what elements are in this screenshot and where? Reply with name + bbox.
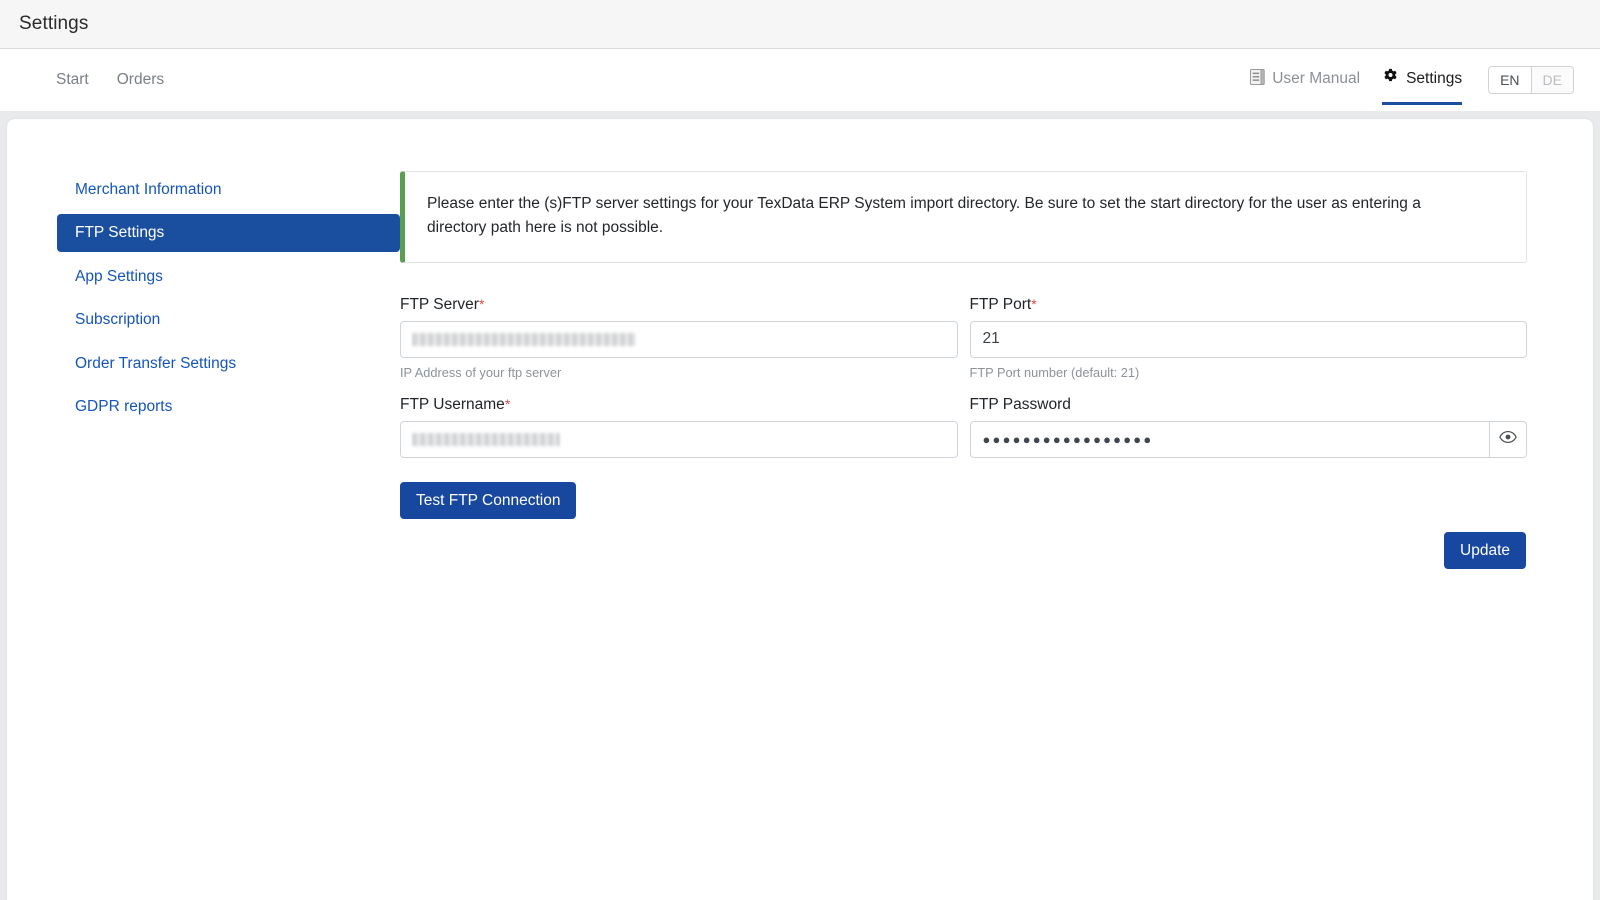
form-row-server-port: FTP Server* IP Address of your ftp serve… [400,296,1527,380]
ftp-password-input-group: ●●●●●●●●●●●●●●●●● [970,421,1528,458]
redacted-value [413,333,637,346]
sidebar-item-subscription[interactable]: Subscription [57,301,400,338]
language-toggle: EN DE [1488,66,1574,94]
field-ftp-port: FTP Port* 21 FTP Port number (default: 2… [970,296,1528,380]
field-ftp-server: FTP Server* IP Address of your ftp serve… [400,296,958,380]
sidebar-item-ftp-settings[interactable]: FTP Settings [57,214,400,251]
settings-sidebar: Merchant Information FTP Settings App Se… [57,171,400,569]
ftp-password-label-text: FTP Password [970,396,1071,413]
nav-link-orders[interactable]: Orders [117,72,164,88]
ftp-port-label-text: FTP Port [970,296,1032,313]
top-navigation-bar: Start Orders User Manual Setti [0,49,1600,111]
nav-item-user-manual-label: User Manual [1272,70,1360,88]
ftp-server-label-text: FTP Server [400,296,479,313]
sidebar-item-app-settings[interactable]: App Settings [57,258,400,295]
secondary-nav-links: User Manual Settings EN DE [1250,66,1582,94]
field-ftp-password: FTP Password ●●●●●●●●●●●●●●●●● [970,396,1528,458]
ftp-password-input[interactable]: ●●●●●●●●●●●●●●●●● [970,421,1490,458]
required-asterisk: * [505,396,510,412]
required-asterisk: * [479,296,484,312]
sidebar-item-order-transfer-settings[interactable]: Order Transfer Settings [57,345,400,382]
page-content-card: Merchant Information FTP Settings App Se… [6,118,1594,900]
book-icon [1250,69,1265,90]
ftp-settings-panel: Please enter the (s)FTP server settings … [400,171,1593,569]
ftp-username-label: FTP Username* [400,396,958,414]
content-wrapper: Merchant Information FTP Settings App Se… [7,119,1593,569]
nav-link-start[interactable]: Start [56,72,89,88]
sidebar-item-gdpr-reports[interactable]: GDPR reports [57,388,400,425]
window-title-bar: Settings [0,0,1600,49]
ftp-server-help-text: IP Address of your ftp server [400,365,958,380]
ftp-server-input[interactable] [400,321,958,358]
ftp-port-input[interactable]: 21 [970,321,1528,358]
info-alert-text: Please enter the (s)FTP server settings … [427,192,1467,241]
form-row-username-password: FTP Username* FTP Password ●●●●●●●●●●●●●… [400,396,1527,458]
nav-item-settings-label: Settings [1406,70,1462,88]
window-title: Settings [19,13,88,35]
test-ftp-connection-button[interactable]: Test FTP Connection [400,482,576,519]
ftp-password-label: FTP Password [970,396,1528,414]
primary-nav-links: Start Orders [56,72,164,88]
eye-icon [1499,430,1517,449]
language-button-de[interactable]: DE [1531,67,1573,93]
info-alert: Please enter the (s)FTP server settings … [400,171,1527,263]
sidebar-item-merchant-information[interactable]: Merchant Information [57,171,400,208]
required-asterisk: * [1031,296,1036,312]
ftp-username-input[interactable] [400,421,958,458]
ftp-username-label-text: FTP Username [400,396,505,413]
language-button-en[interactable]: EN [1489,67,1530,93]
toggle-password-visibility-button[interactable] [1490,421,1527,458]
redacted-value [413,433,561,446]
gear-icon [1382,68,1399,90]
ftp-port-help-text: FTP Port number (default: 21) [970,365,1528,380]
ftp-server-label: FTP Server* [400,296,958,314]
update-button[interactable]: Update [1444,532,1526,569]
field-ftp-username: FTP Username* [400,396,958,458]
update-button-row: Update [400,532,1527,569]
nav-item-user-manual[interactable]: User Manual [1250,69,1360,92]
ftp-port-label: FTP Port* [970,296,1528,314]
nav-item-settings[interactable]: Settings [1382,68,1462,92]
